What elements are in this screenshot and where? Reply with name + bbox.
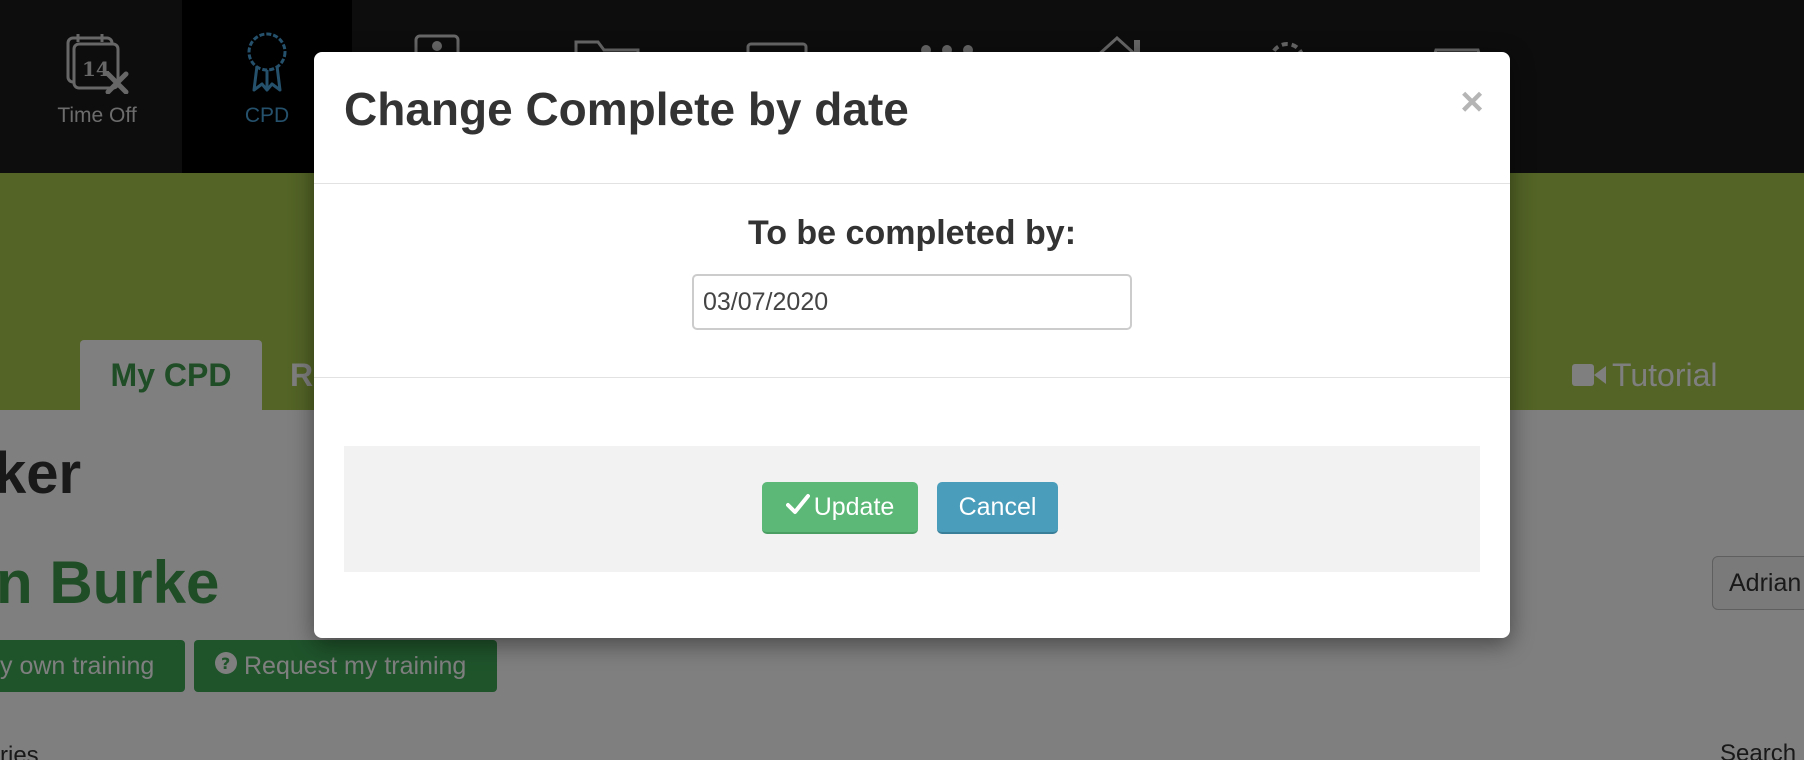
close-icon[interactable]: × (1452, 82, 1492, 122)
completed-by-date-input[interactable] (692, 274, 1132, 330)
modal-body: To be completed by: (314, 184, 1510, 378)
update-button[interactable]: Update (762, 482, 918, 534)
modal-header: Change Complete by date × (314, 52, 1510, 184)
cancel-button[interactable]: Cancel (937, 482, 1058, 534)
completed-by-label: To be completed by: (747, 214, 1077, 252)
update-label: Update (813, 492, 895, 521)
change-date-modal: Change Complete by date × To be complete… (314, 52, 1510, 638)
modal-title: Change Complete by date (344, 83, 909, 135)
checkmark-icon (785, 493, 810, 522)
modal-footer: Update Cancel (344, 446, 1480, 572)
